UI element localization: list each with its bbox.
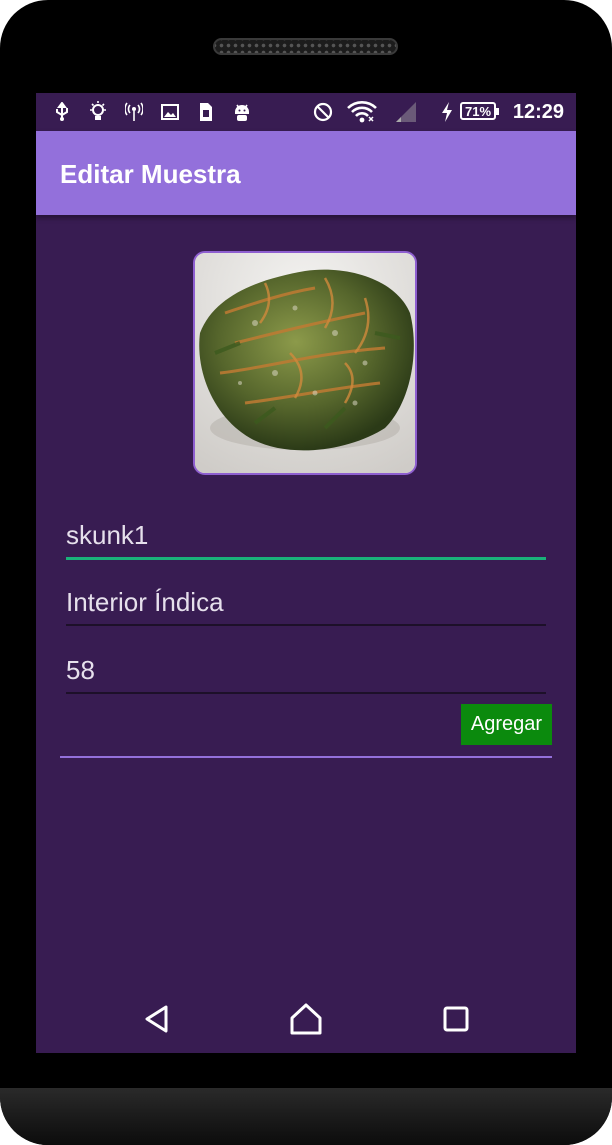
battery-indicator: 71% (460, 102, 499, 120)
name-field-value: skunk1 (66, 520, 149, 550)
home-icon[interactable] (289, 1002, 323, 1036)
divider (60, 756, 552, 758)
phone-frame: 71% 12:29 Editar Muestra skunk1 Interior… (0, 0, 612, 1145)
speaker-grille (213, 38, 398, 55)
lightbulb-icon (88, 101, 108, 123)
clock: 12:29 (512, 101, 564, 123)
recents-icon[interactable] (439, 1002, 473, 1036)
usb-icon (52, 101, 72, 123)
image-icon (160, 101, 180, 123)
sim-icon (196, 101, 216, 123)
page-title: Editar Muestra (60, 159, 241, 189)
name-field[interactable]: skunk1 (66, 513, 546, 560)
do-not-disturb-icon (313, 101, 333, 123)
phone-chin (0, 1088, 612, 1145)
app-bar: Editar Muestra (36, 131, 576, 215)
status-bar: 71% 12:29 (36, 93, 576, 131)
add-button[interactable]: Agregar (461, 704, 552, 745)
number-field[interactable]: 58 (66, 649, 546, 694)
number-field-value: 58 (66, 655, 95, 685)
wifi-icon (346, 101, 378, 123)
navigation-bar (36, 988, 576, 1053)
back-icon[interactable] (139, 1002, 173, 1036)
hotspot-icon (124, 101, 144, 123)
type-field[interactable]: Interior Índica (66, 581, 546, 626)
type-field-value: Interior Índica (66, 587, 224, 617)
signal-icon (394, 101, 418, 123)
charging-icon (438, 101, 456, 123)
screen: 71% 12:29 Editar Muestra skunk1 Interior… (36, 93, 576, 1053)
cannabis-bud-image (195, 253, 415, 473)
sample-photo[interactable] (193, 251, 417, 475)
android-icon (232, 101, 252, 123)
